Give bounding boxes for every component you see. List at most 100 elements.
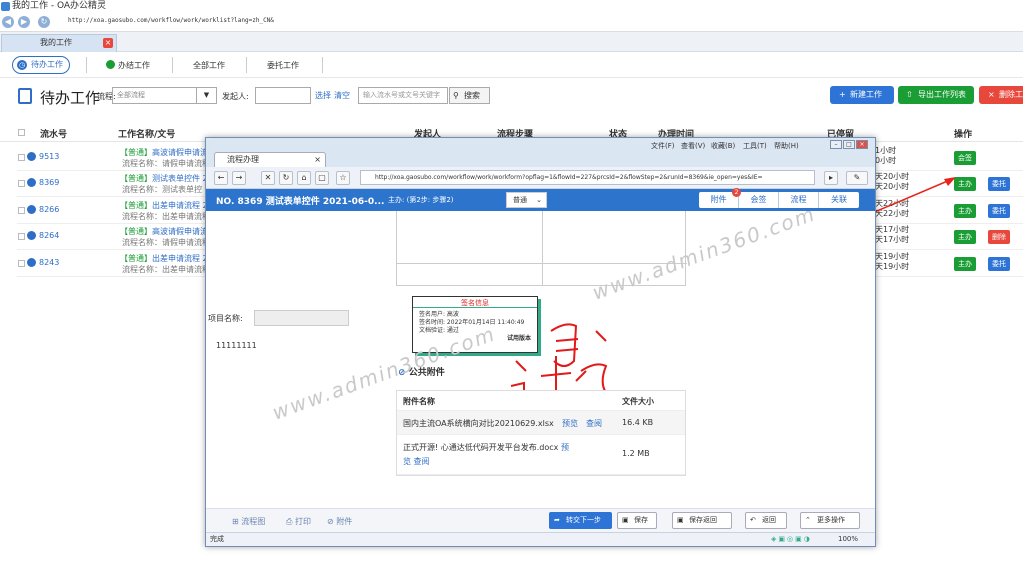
view-link[interactable]: 查阅 xyxy=(414,457,430,466)
row-tag: 【普通】 xyxy=(120,148,152,157)
popup-tab-label: 流程办理 xyxy=(227,155,259,164)
level-select[interactable]: 普通 ⌄ xyxy=(506,192,547,208)
refresh-icon[interactable]: ↻ xyxy=(279,171,293,185)
form-header: NO. 8369 测试表单控件 2021-06-0... 主办: (第2步: 步… xyxy=(206,188,875,211)
save-button[interactable]: ▣ 保存 xyxy=(617,512,657,529)
page-title: 待办工作 xyxy=(40,89,101,107)
row-title[interactable]: 【普通】测试表单控件 20 xyxy=(120,173,213,184)
forward-next-label: 转交下一步 xyxy=(566,516,601,524)
tab-delegate-work[interactable]: 委托工作 xyxy=(267,60,299,71)
tab-my-work[interactable]: 我的工作 × xyxy=(1,34,117,52)
clock-icon: ◷ xyxy=(17,60,27,70)
row-title[interactable]: 【普通】高波请假申请流程 xyxy=(120,147,216,158)
search-button[interactable]: ⚲ 搜索 xyxy=(449,87,490,104)
back-icon[interactable]: ← xyxy=(214,171,228,185)
print-label: 打印 xyxy=(294,517,311,526)
row-serial[interactable]: 9513 xyxy=(26,152,59,161)
star-icon[interactable]: ☆ xyxy=(336,171,350,185)
row-title[interactable]: 【普通】出差申请流程 20 xyxy=(120,200,213,211)
row-tag: 【普通】 xyxy=(120,227,152,236)
row-checkbox[interactable] xyxy=(18,233,25,240)
form-step: 主办: (第2步: 步骤2) xyxy=(388,196,454,204)
popup-tab[interactable]: 流程办理 × xyxy=(214,152,326,167)
row-checkbox[interactable] xyxy=(18,207,25,214)
refresh-icon[interactable]: ↻ xyxy=(38,16,50,28)
tab-done-work[interactable]: 办结工作 xyxy=(106,60,150,71)
address-url[interactable]: http://xoa.gaosubo.com/workflow/work/wor… xyxy=(68,17,274,24)
row-title[interactable]: 【普通】出差申请流程 20 xyxy=(120,253,213,264)
maximize-icon[interactable]: □ xyxy=(843,140,855,149)
popup-url[interactable]: http://xoa.gaosubo.com/workflow/work/wor… xyxy=(360,170,815,185)
attachment-name[interactable]: 国内主流OA系统横向对比20210629.xlsx xyxy=(403,418,554,429)
countersign-button[interactable]: 会签 xyxy=(954,151,976,165)
wrench-icon[interactable]: ✎ xyxy=(846,171,868,185)
menu-file[interactable]: 文件(F) xyxy=(651,141,675,151)
view-link[interactable]: 查阅 xyxy=(586,418,602,429)
back-icon[interactable]: ◀ xyxy=(2,16,14,28)
close-tab-icon[interactable]: × xyxy=(103,38,113,48)
clear-link[interactable]: 清空 xyxy=(334,90,350,101)
tab-related[interactable]: 关联 xyxy=(819,192,859,208)
new-work-button[interactable]: + 新建工作 xyxy=(830,86,894,104)
print-link[interactable]: ⎙ 打印 xyxy=(286,516,311,527)
form-title: NO. 8369 测试表单控件 2021-06-0... xyxy=(216,197,385,207)
search-input[interactable]: 输入流水号或文号关键字 xyxy=(358,87,448,104)
close-window-icon[interactable]: × xyxy=(856,140,868,149)
flowchart-link[interactable]: ⊞ 流程图 xyxy=(232,516,265,527)
return-button[interactable]: ↶ 返回 xyxy=(745,512,787,529)
row-serial[interactable]: 8266 xyxy=(26,205,59,214)
select-all-checkbox[interactable] xyxy=(18,129,25,136)
divider xyxy=(246,57,247,73)
row-checkbox[interactable] xyxy=(18,154,25,161)
tab-all-work[interactable]: 全部工作 xyxy=(193,60,225,71)
attachment-link[interactable]: ⊘ 附件 xyxy=(327,516,352,527)
row-title-text: 出差申请流程 20 xyxy=(152,254,213,263)
tab-todo-work[interactable]: ◷ 待办工作 xyxy=(12,56,70,74)
chevron-up-icon: ⌃ xyxy=(805,516,811,524)
menu-tools[interactable]: 工具(T) xyxy=(743,141,767,151)
attach-header-size: 文件大小 xyxy=(622,397,654,406)
initiator-input[interactable] xyxy=(255,87,311,104)
print-icon: ⎙ xyxy=(286,517,293,526)
navigation-bar: ◀ ▶ ↻ http://xoa.gaosubo.com/workflow/wo… xyxy=(0,12,1023,32)
delegate-button[interactable]: 委托 xyxy=(988,177,1010,191)
attachment-name[interactable]: 正式开源! 心通达低代码开发平台发布.docx xyxy=(403,443,558,452)
more-actions-button[interactable]: ⌃ 更多操作 xyxy=(800,512,860,529)
forward-next-button[interactable]: ➦ 转交下一步 xyxy=(549,512,612,529)
row-title[interactable]: 【普通】高波请假申请流程 xyxy=(120,226,216,237)
delete-row-button[interactable]: 删除 xyxy=(988,230,1010,244)
save-label: 保存 xyxy=(634,516,648,524)
flow-select[interactable]: 全部流程 ▼ xyxy=(112,87,217,104)
zoom-level[interactable]: 100% xyxy=(838,533,858,546)
row-serial[interactable]: 8264 xyxy=(26,231,59,240)
forward-icon[interactable]: → xyxy=(232,171,246,185)
delete-button[interactable]: × 删除工 xyxy=(979,86,1023,104)
menu-help[interactable]: 帮助(H) xyxy=(774,141,799,151)
project-input[interactable] xyxy=(254,310,349,326)
delegate-button[interactable]: 委托 xyxy=(988,257,1010,271)
chevron-down-icon: ⌄ xyxy=(536,196,542,204)
save-return-button[interactable]: ▣ 保存返回 xyxy=(672,512,732,529)
select-link[interactable]: 选择 xyxy=(315,90,331,101)
menu-view[interactable]: 查看(V) xyxy=(681,141,705,151)
stop-icon[interactable]: ✕ xyxy=(261,171,275,185)
row-checkbox[interactable] xyxy=(18,180,25,187)
row-flow: 流程名称：测试表单控 xyxy=(122,185,202,194)
home-icon[interactable]: ⌂ xyxy=(297,171,311,185)
close-icon[interactable]: × xyxy=(314,153,321,167)
forward-icon[interactable]: ▶ xyxy=(18,16,30,28)
row-serial[interactable]: 8243 xyxy=(26,258,59,267)
row-serial[interactable]: 8369 xyxy=(26,178,59,187)
delegate-button[interactable]: 委托 xyxy=(988,204,1010,218)
menu-favorites[interactable]: 收藏(B) xyxy=(711,141,735,151)
preview-link[interactable]: 预览 xyxy=(562,418,578,429)
minimize-icon[interactable]: – xyxy=(830,140,842,149)
row-title-text: 测试表单控件 20 xyxy=(152,174,213,183)
tab-countersign[interactable]: 会签 xyxy=(739,192,779,208)
row-checkbox[interactable] xyxy=(18,260,25,267)
go-icon[interactable]: ▸ xyxy=(824,171,838,185)
tab-flow[interactable]: 流程 xyxy=(779,192,819,208)
row-title-text: 出差申请流程 20 xyxy=(152,201,213,210)
page-icon[interactable]: ▢ xyxy=(315,171,329,185)
export-button[interactable]: ⇧ 导出工作列表 xyxy=(898,86,974,104)
